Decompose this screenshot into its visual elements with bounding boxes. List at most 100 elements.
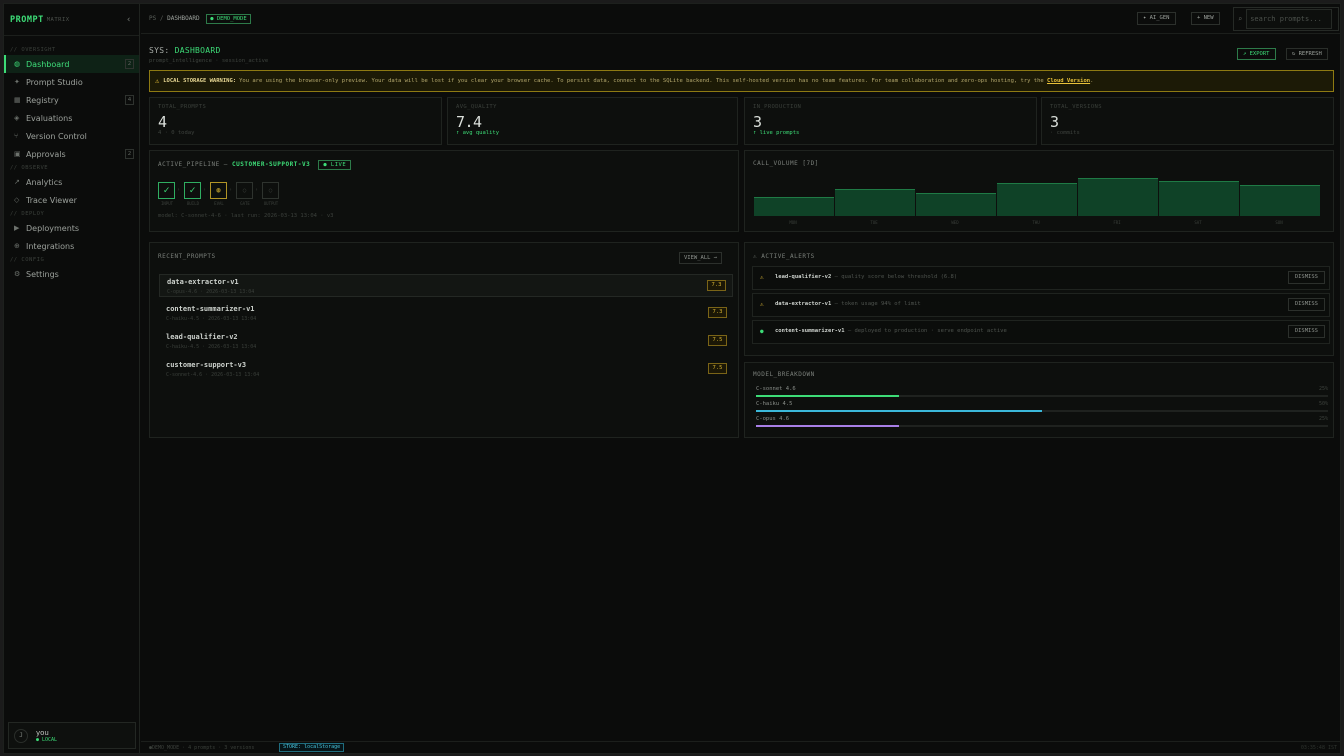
quality-score-badge: 7.5 — [708, 363, 727, 374]
pipeline-stage-output-icon: ○ — [262, 182, 279, 199]
avatar: J — [14, 728, 28, 743]
alert-prompt-name: lead-qualifier-v2 — [775, 274, 832, 280]
call-volume-day-label: MON — [789, 220, 797, 225]
call-volume-day-label: WED — [951, 220, 959, 225]
call-volume-day-label: THU — [1032, 220, 1040, 225]
pipeline-stage-label: OUTPUT — [263, 201, 279, 206]
alert-text: lead-qualifier-v2 — quality score below … — [775, 274, 957, 280]
nav-count-badge: 4 — [125, 95, 134, 105]
stat-card-total-prompts: TOTAL_PROMPTS 4 4 · 0 today — [149, 97, 442, 145]
prompt-meta: C-haiku-4.5 · 2026-03-13 13:04 — [166, 344, 257, 350]
sidebar-item-label: Registry — [26, 95, 59, 105]
quality-score-badge: 7.5 — [708, 335, 727, 346]
sidebar-item-evaluations[interactable]: ◈ Evaluations — [4, 109, 139, 127]
sidebar-item-version-control[interactable]: ⑂ Version Control — [4, 127, 139, 145]
collapse-sidebar-icon[interactable]: ‹ — [126, 15, 131, 25]
nav-section-label: // CONFIG — [10, 257, 45, 263]
recent-prompt-row[interactable]: customer-support-v3 C-sonnet-4.6 · 2026-0… — [159, 358, 733, 381]
sidebar-item-dashboard[interactable]: ◍ Dashboard 2 — [4, 55, 139, 73]
cloud-version-link[interactable]: Cloud Version — [1047, 78, 1090, 84]
page-subtitle: prompt_intelligence · session_active — [149, 58, 269, 64]
dismiss-button[interactable]: DISMISS — [1287, 271, 1325, 284]
new-prompt-button[interactable]: + NEW — [1191, 12, 1220, 25]
alert-row: ⚠ lead-qualifier-v2 — quality score below… — [752, 266, 1330, 290]
brand-name: PROMPT — [10, 14, 44, 25]
user-profile[interactable]: J you ● LOCAL — [8, 722, 136, 749]
sidebar-item-label: Approvals — [26, 149, 66, 159]
sidebar-item-prompt-studio[interactable]: ✦ Prompt Studio — [4, 73, 139, 91]
model-percent: 25% — [1318, 416, 1328, 422]
sidebar-item-approvals[interactable]: ▣ Approvals 2 — [4, 145, 139, 163]
user-status: ● LOCAL — [36, 736, 58, 743]
sidebar-item-settings[interactable]: ⚙ Settings — [4, 265, 139, 283]
call-volume-day-label: FRI — [1113, 220, 1121, 225]
sidebar-item-integrations[interactable]: ⊕ Integrations — [4, 237, 139, 255]
sidebar: PROMPT MATRIX ‹ // OVERSIGHT ◍ Dashboard 2 ✦… — [4, 4, 140, 753]
model-usage-fill — [756, 410, 1042, 412]
search-box: ⌕ — [1233, 7, 1339, 31]
sidebar-item-registry[interactable]: ▦ Registry 4 — [4, 91, 139, 109]
alerts-warning-icon: ⚠ — [753, 253, 758, 260]
pipeline-arrow-icon: › — [177, 187, 181, 193]
user-name: you — [36, 728, 49, 737]
recent-prompt-row[interactable]: data-extractor-v1 C-opus-4.6 · 2026-03-13… — [159, 274, 733, 297]
alert-message: — token usage 94% of limit — [831, 301, 921, 307]
prompt-name: content-summarizer-v1 — [166, 305, 255, 313]
recent-prompt-row[interactable]: content-summarizer-v1 C-haiku-4.5 · 2026-… — [159, 302, 733, 325]
recent-prompt-row[interactable]: lead-qualifier-v2 C-haiku-4.5 · 2026-03-1… — [159, 330, 733, 353]
pipeline-title-label: ACTIVE_PIPELINE — — [158, 161, 228, 168]
quality-score-badge: 7.3 — [708, 307, 727, 318]
alert-row: ● content-summarizer-v1 — deployed to pro… — [752, 320, 1330, 344]
nav-count-badge: 2 — [125, 149, 134, 159]
stat-value: 3 — [1050, 113, 1059, 131]
sidebar-item-deployments[interactable]: ▶ Deployments — [4, 219, 139, 237]
sidebar-item-analytics[interactable]: ↗ Analytics — [4, 173, 139, 191]
registry-icon: ▦ — [14, 96, 21, 104]
ai-gen-button[interactable]: ✦ AI_GEN — [1137, 12, 1176, 25]
sidebar-item-label: Deployments — [26, 223, 80, 233]
dismiss-button[interactable]: DISMISS — [1287, 298, 1325, 311]
warning-end: . — [1090, 78, 1094, 84]
pipeline-stage-label: INPUT — [160, 201, 174, 206]
warning-text: You are using the browser-only preview. … — [239, 78, 1044, 84]
pipeline-stage-input-icon: ✓ — [158, 182, 175, 199]
refresh-button[interactable]: ↻ REFRESH — [1286, 48, 1328, 60]
call-volume-bar — [754, 197, 834, 216]
pipeline-stage-gate-icon: ○ — [236, 182, 253, 199]
model-name: C-opus 4.6 — [756, 416, 790, 422]
call-volume-bar — [1240, 185, 1320, 216]
prompt-name: lead-qualifier-v2 — [166, 333, 238, 341]
export-button[interactable]: ↗ EXPORT — [1237, 48, 1276, 60]
prompt-meta: C-opus-4.6 · 2026-03-13 13:04 — [167, 289, 255, 295]
dashboard-icon: ◍ — [14, 60, 21, 68]
live-badge: ● LIVE — [318, 160, 352, 170]
search-input[interactable] — [1246, 9, 1333, 29]
model-usage-fill — [756, 425, 899, 427]
nav-section-label: // OBSERVE — [10, 165, 49, 171]
alerts-title-text: ACTIVE_ALERTS — [761, 253, 815, 260]
dismiss-button[interactable]: DISMISS — [1287, 325, 1325, 338]
sidebar-item-label: Trace Viewer — [26, 195, 77, 205]
sidebar-item-label: Dashboard — [26, 59, 70, 69]
pipeline-arrow-icon: › — [203, 187, 207, 193]
call-volume-day-label: TUE — [870, 220, 878, 225]
call-volume-bar — [835, 189, 915, 216]
brand: PROMPT MATRIX ‹ — [4, 4, 139, 36]
stat-label: IN_PRODUCTION — [753, 104, 802, 110]
model-usage-bar — [756, 395, 1328, 397]
call-volume-day-label: SUN — [1275, 220, 1283, 225]
page-title: SYS: DASHBOARD — [149, 46, 221, 55]
pipeline-stage-eval-icon: ◍ — [210, 182, 227, 199]
breadcrumb-root[interactable]: PS — [149, 15, 156, 22]
sidebar-item-label: Prompt Studio — [26, 77, 83, 87]
sidebar-nav: // OVERSIGHT ◍ Dashboard 2 ✦ Prompt Studio ▦ Re… — [4, 36, 139, 283]
sidebar-item-trace-viewer[interactable]: ◇ Trace Viewer — [4, 191, 139, 209]
sidebar-item-label: Settings — [26, 269, 59, 279]
topbar: PS / DASHBOARD ● DEMO_MODE ✦ AI_GEN + NE… — [141, 4, 1341, 34]
alerts-title: ⚠ ACTIVE_ALERTS — [753, 253, 815, 260]
app-window: PROMPT MATRIX ‹ // OVERSIGHT ◍ Dashboard 2 ✦… — [3, 3, 1341, 754]
integrations-icon: ⊕ — [14, 242, 20, 250]
pipeline-title: ACTIVE_PIPELINE — CUSTOMER-SUPPORT-V3 ● … — [158, 160, 352, 170]
stat-card-total-versions: TOTAL_VERSIONS 3 · commits — [1041, 97, 1334, 145]
view-all-button[interactable]: VIEW_ALL → — [679, 252, 723, 264]
